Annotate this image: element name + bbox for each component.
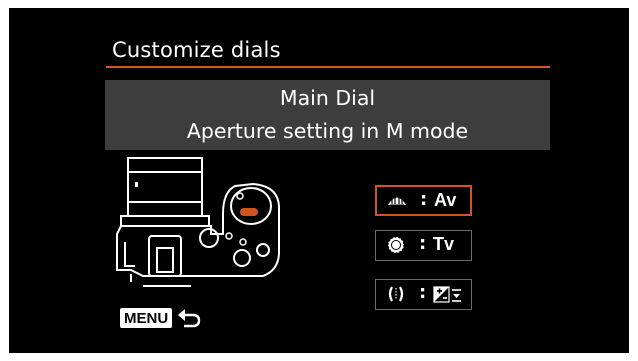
setting-header: Main Dial Aperture setting in M mode	[105, 80, 550, 150]
setting-description: Aperture setting in M mode	[186, 119, 469, 143]
dial-name: Main Dial	[279, 86, 376, 110]
menu-back-button[interactable]: MENU	[120, 308, 201, 328]
camera-menu-screen	[9, 8, 629, 353]
option-separator: :	[419, 233, 427, 254]
page-title: Customize dials	[112, 38, 281, 62]
option-control-ring-exposure-comp[interactable]: :	[375, 279, 472, 310]
option-main-dial-av[interactable]: : Av	[375, 185, 472, 216]
quick-control-dial-icon	[387, 236, 405, 254]
option-quick-dial-tv[interactable]: : Tv	[375, 230, 472, 261]
return-arrow-icon	[178, 309, 201, 328]
control-ring-icon	[388, 286, 404, 302]
menu-label: MENU	[120, 308, 173, 328]
title-divider	[106, 66, 550, 68]
camera-top-view-illustration	[116, 157, 280, 287]
main-dial-icon	[388, 197, 406, 206]
option-separator: :	[419, 282, 427, 303]
option-value: Av	[434, 190, 457, 210]
option-separator: :	[420, 189, 428, 210]
option-value: Tv	[433, 234, 455, 254]
exposure-compensation-icon	[433, 286, 461, 303]
